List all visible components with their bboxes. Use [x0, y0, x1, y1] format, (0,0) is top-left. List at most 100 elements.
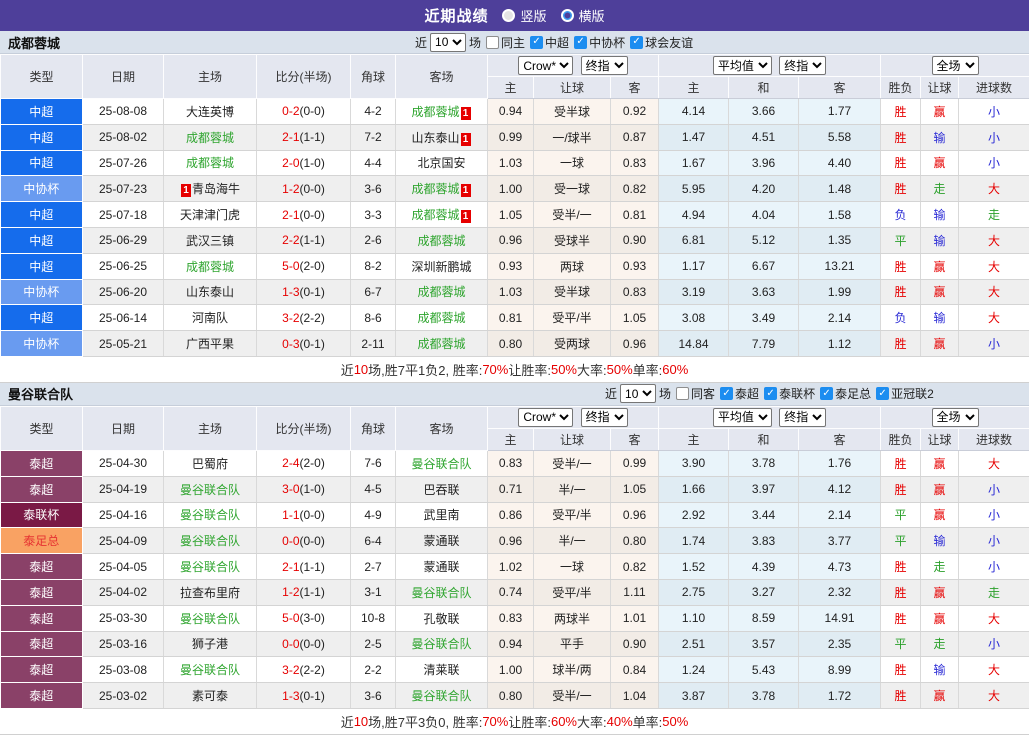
average-final-select[interactable]: 终指 — [779, 56, 826, 75]
home-team-name: 曼谷联合队 — [180, 483, 240, 497]
avg-draw: 4.39 — [729, 554, 799, 580]
result-outcome: 胜 — [881, 579, 921, 605]
corners: 3-3 — [351, 202, 396, 228]
odds-home: 1.05 — [488, 202, 534, 228]
odds-handicap: 受两球 — [534, 331, 611, 357]
odds-final-select[interactable]: 终指 — [581, 56, 628, 75]
avg-home: 4.94 — [659, 202, 729, 228]
checkbox-label: 泰超 — [735, 385, 759, 402]
halftime-score: (0-0) — [300, 534, 325, 548]
score: 0-0(0-0) — [257, 631, 351, 657]
match-date: 25-03-30 — [83, 605, 164, 631]
odds-handicap: 受半/一 — [534, 683, 611, 709]
fulltime-score: 3-0 — [282, 482, 299, 496]
filter-checkbox-中协杯[interactable]: 中协杯 — [574, 34, 625, 51]
odds-away: 0.99 — [611, 450, 659, 476]
checkbox-icon[interactable] — [574, 36, 587, 49]
result-handicap: 走 — [921, 631, 959, 657]
home-team-name: 天津津门虎 — [180, 208, 240, 222]
odds-provider-select[interactable]: Crow* — [518, 56, 573, 75]
checkbox-icon[interactable] — [876, 387, 889, 400]
checkbox-icon[interactable] — [486, 36, 499, 49]
result-goals: 大 — [959, 605, 1029, 631]
radio-selected-icon[interactable] — [502, 9, 515, 22]
home-team: 成都蓉城 — [164, 150, 257, 176]
checkbox-label: 泰足总 — [835, 385, 871, 402]
avg-home: 1.24 — [659, 657, 729, 683]
recent-games-select[interactable]: 10 — [620, 384, 656, 403]
away-team-name: 蒙通联 — [423, 560, 459, 574]
summary-text: 近 — [341, 712, 354, 731]
result-outcome: 胜 — [881, 683, 921, 709]
match-row: 泰超25-04-19曼谷联合队3-0(1-0)4-5巴吞联0.71半/一1.05… — [1, 476, 1029, 502]
odds-final-select[interactable]: 终指 — [581, 408, 628, 427]
radio-unselected-icon[interactable] — [561, 9, 574, 22]
average-select[interactable]: 平均值 — [713, 56, 772, 75]
result-text: 输 — [934, 534, 946, 548]
filter-checkbox-泰超[interactable]: 泰超 — [720, 385, 759, 402]
avg-away: 8.99 — [799, 657, 881, 683]
filter-checkbox-同主[interactable]: 同主 — [486, 34, 525, 51]
filter-checkbox-泰联杯[interactable]: 泰联杯 — [764, 385, 815, 402]
result-text: 负 — [895, 311, 907, 325]
result-outcome: 平 — [881, 227, 921, 253]
filter-prefix-label: 近 — [415, 34, 427, 51]
result-goals: 小 — [959, 99, 1029, 125]
result-text: 输 — [934, 131, 946, 145]
home-team-name: 拉查布里府 — [180, 586, 240, 600]
result-outcome: 负 — [881, 202, 921, 228]
checkbox-icon[interactable] — [630, 36, 643, 49]
halftime-score: (1-1) — [300, 560, 325, 574]
home-team-title: 成都蓉城 — [8, 33, 60, 52]
layout-radio-horizontal[interactable]: 横版 — [561, 6, 605, 25]
result-text: 输 — [934, 208, 946, 222]
odds-away: 0.90 — [611, 227, 659, 253]
halftime-score: (0-0) — [300, 508, 325, 522]
filter-checkbox-泰足总[interactable]: 泰足总 — [820, 385, 871, 402]
odds-handicap: 半/一 — [534, 528, 611, 554]
full-match-select[interactable]: 全场 — [932, 56, 979, 75]
avg-draw: 5.43 — [729, 657, 799, 683]
checkbox-icon[interactable] — [764, 387, 777, 400]
checkbox-icon[interactable] — [676, 387, 689, 400]
away-team-name: 成都蓉城 — [417, 311, 465, 325]
filter-checkbox-球会友谊[interactable]: 球会友谊 — [630, 34, 693, 51]
odds-away: 1.01 — [611, 605, 659, 631]
home-team-name: 青岛海牛 — [192, 182, 240, 196]
result-goals: 小 — [959, 528, 1029, 554]
corners: 2-5 — [351, 631, 396, 657]
odds-provider-select[interactable]: Crow* — [518, 408, 573, 427]
corners: 3-6 — [351, 683, 396, 709]
away-team-name: 成都蓉城 — [417, 337, 465, 351]
home-team-name: 素可泰 — [192, 689, 228, 703]
filter-checkbox-亚冠联2[interactable]: 亚冠联2 — [876, 385, 934, 402]
filter-checkbox-同客[interactable]: 同客 — [676, 385, 715, 402]
summary-text: 单率: — [633, 360, 663, 379]
checkbox-icon[interactable] — [820, 387, 833, 400]
match-row: 泰超25-03-30曼谷联合队5-0(3-0)10-8孔敬联0.83两球半1.0… — [1, 605, 1029, 631]
result-text: 小 — [988, 156, 1000, 170]
filter-checkbox-中超[interactable]: 中超 — [530, 34, 569, 51]
result-text: 赢 — [934, 156, 946, 170]
match-type: 中超 — [1, 253, 83, 279]
average-select[interactable]: 平均值 — [713, 408, 772, 427]
away-team: 清莱联 — [396, 657, 488, 683]
full-match-select[interactable]: 全场 — [932, 408, 979, 427]
odds-away: 0.96 — [611, 331, 659, 357]
layout-radio-vertical[interactable]: 竖版 — [502, 6, 546, 25]
match-row: 中超25-08-02成都蓉城2-1(1-1)7-2山东泰山10.99一/球半0.… — [1, 124, 1029, 150]
average-final-select[interactable]: 终指 — [779, 408, 826, 427]
avg-home: 1.66 — [659, 476, 729, 502]
col-header-result-handicap: 让球 — [921, 77, 959, 99]
result-text: 走 — [934, 560, 946, 574]
home-team-name: 曼谷联合队 — [180, 612, 240, 626]
result-goals: 大 — [959, 657, 1029, 683]
summary-text: 60% — [551, 714, 577, 729]
checkbox-icon[interactable] — [530, 36, 543, 49]
recent-games-select[interactable]: 10 — [430, 33, 466, 52]
odds-away: 0.81 — [611, 202, 659, 228]
checkbox-icon[interactable] — [720, 387, 733, 400]
away-team-name: 清莱联 — [423, 663, 459, 677]
col-header-avg-home: 主 — [659, 77, 729, 99]
col-header-result-handicap: 让球 — [921, 428, 959, 450]
